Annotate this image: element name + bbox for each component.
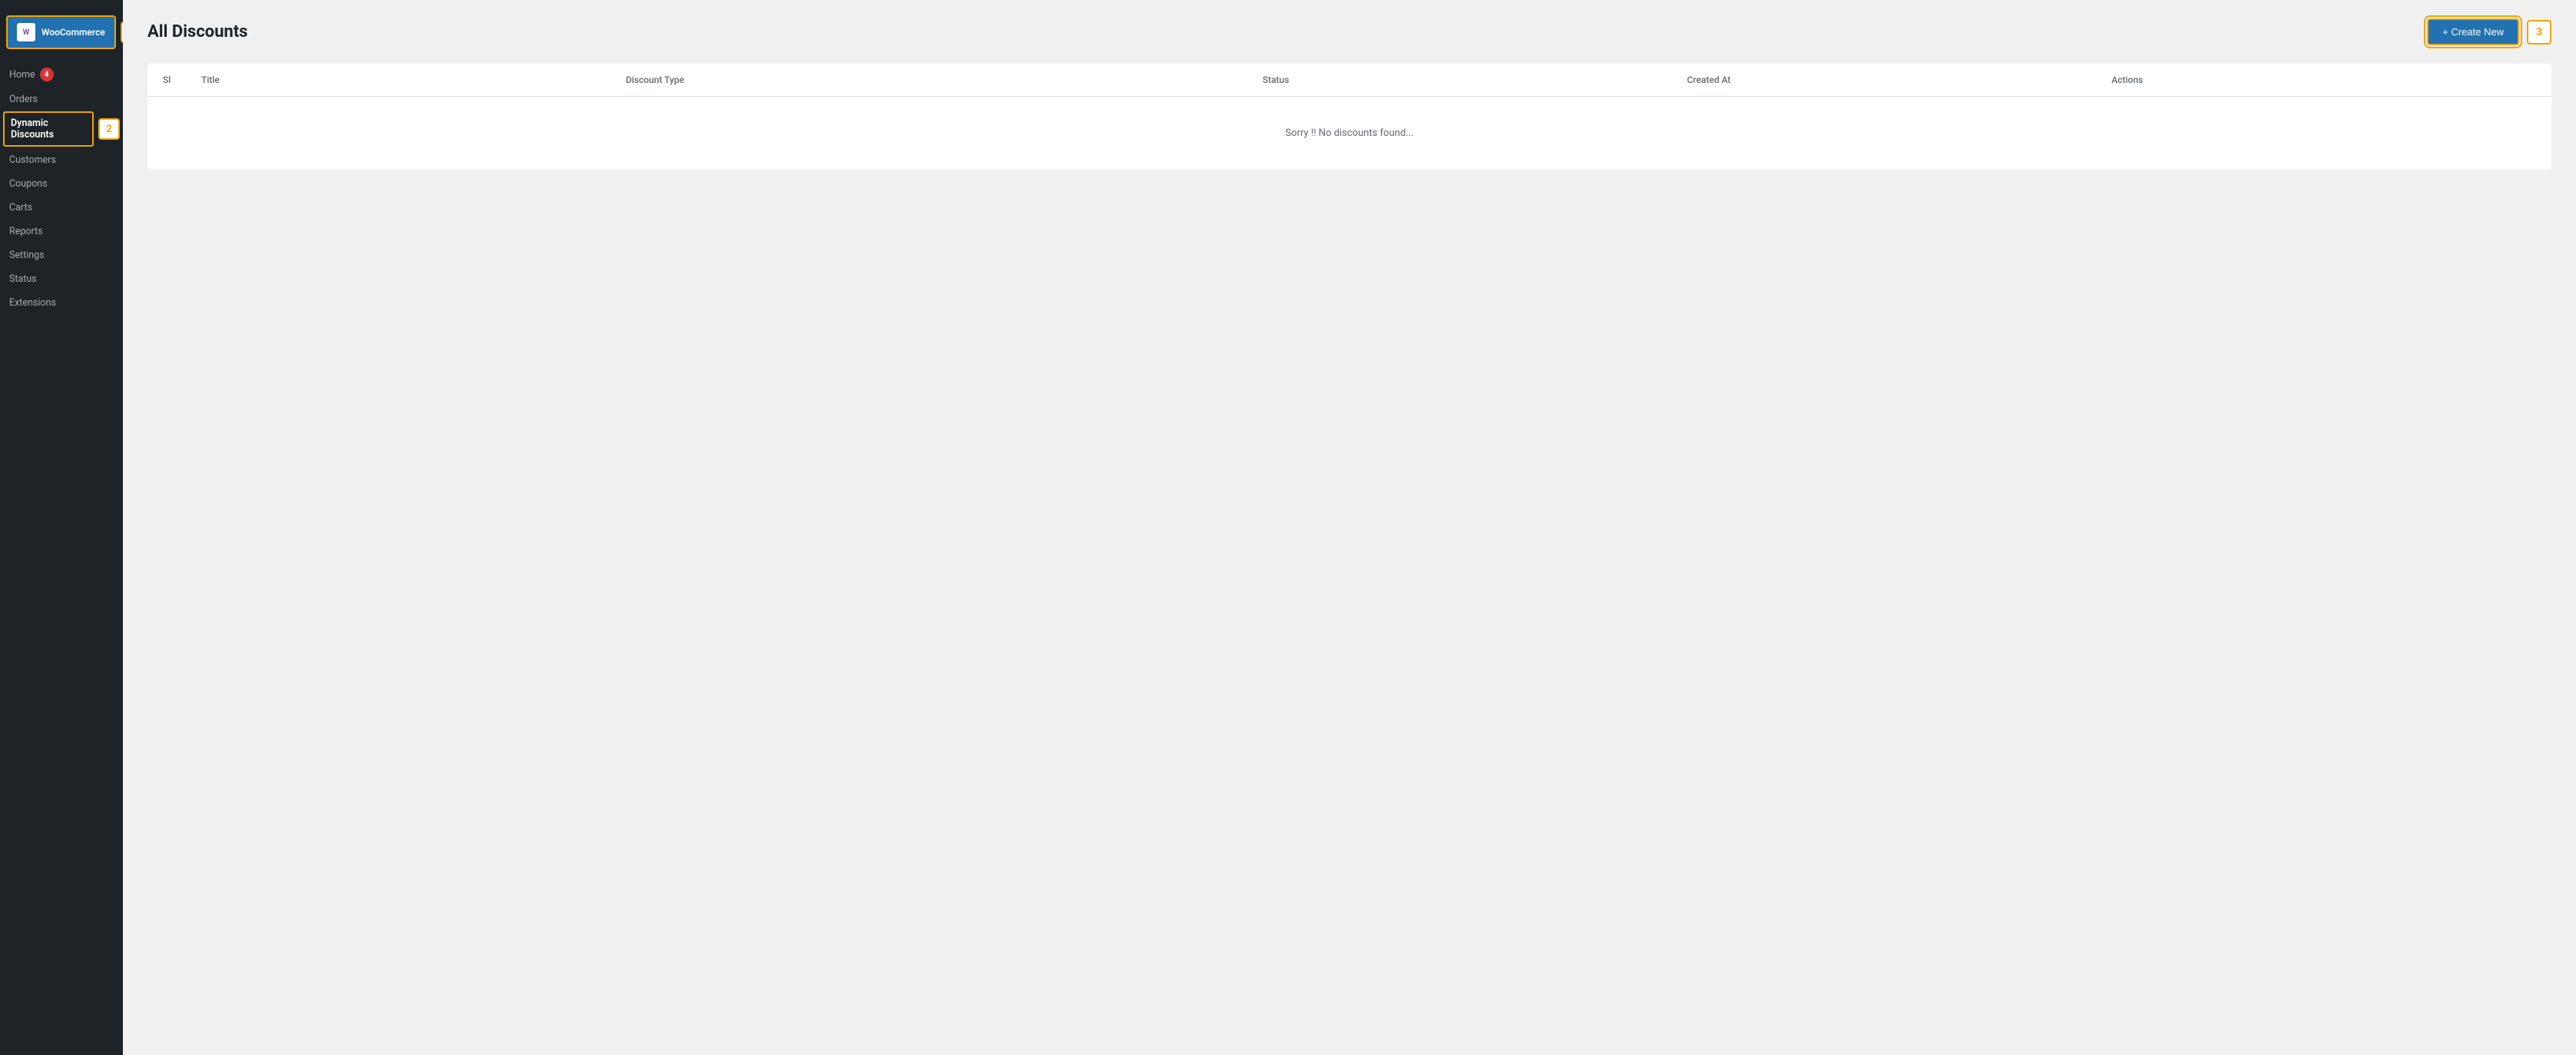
sidebar-item-customers[interactable]: Customers <box>0 148 123 172</box>
sidebar-item-extensions[interactable]: Extensions <box>0 291 123 315</box>
home-label: Home <box>9 69 35 81</box>
sidebar-item-carts[interactable]: Carts <box>0 196 123 220</box>
page-title: All Discounts <box>147 22 248 41</box>
main-content: All Discounts + Create New 3 Sl Title Di… <box>123 0 2576 1055</box>
orders-label: Orders <box>9 94 38 105</box>
sidebar-nav: Home 4 Orders Dynamic Discounts 2 Custom… <box>0 61 123 315</box>
sidebar-brand-row: W WooCommerce 1 <box>0 15 123 49</box>
dynamic-discounts-row: Dynamic Discounts 2 <box>0 111 123 147</box>
extensions-label: Extensions <box>9 297 56 309</box>
settings-label: Settings <box>9 250 45 261</box>
col-status: Status <box>1263 74 1687 85</box>
col-title: Title <box>201 74 626 85</box>
sidebar-item-settings[interactable]: Settings <box>0 243 123 267</box>
sidebar-item-orders[interactable]: Orders <box>0 88 123 111</box>
sidebar-item-coupons[interactable]: Coupons <box>0 172 123 196</box>
coupons-label: Coupons <box>9 178 48 190</box>
col-actions: Actions <box>2111 74 2536 85</box>
woocommerce-icon: W <box>17 23 35 41</box>
home-badge: 4 <box>40 68 54 81</box>
create-new-button[interactable]: + Create New <box>2427 18 2519 45</box>
sidebar-item-status[interactable]: Status <box>0 267 123 291</box>
sidebar-brand-label: WooCommerce <box>41 27 105 38</box>
sidebar-item-dynamic-discounts[interactable]: Dynamic Discounts <box>3 111 94 147</box>
table-empty-state: Sorry !! No discounts found... <box>147 97 2551 170</box>
dynamic-discounts-label: Dynamic Discounts <box>11 117 86 141</box>
table-header: Sl Title Discount Type Status Created At… <box>147 64 2551 97</box>
carts-label: Carts <box>9 202 32 213</box>
annotation-2: 2 <box>98 118 120 140</box>
sidebar-item-home[interactable]: Home 4 <box>0 61 123 88</box>
annotation-3: 3 <box>2527 20 2551 45</box>
status-label: Status <box>9 273 37 285</box>
sidebar-brand[interactable]: W WooCommerce <box>6 15 116 49</box>
header-right: + Create New 3 <box>2427 18 2551 45</box>
col-discount-type: Discount Type <box>626 74 1263 85</box>
reports-label: Reports <box>9 226 43 237</box>
sidebar-item-reports[interactable]: Reports <box>0 220 123 243</box>
empty-message: Sorry !! No discounts found... <box>1285 127 1413 139</box>
sidebar: W WooCommerce 1 Home 4 Orders Dynamic Di… <box>0 0 123 1055</box>
discounts-table: Sl Title Discount Type Status Created At… <box>147 64 2551 170</box>
col-created-at: Created At <box>1687 74 2112 85</box>
customers-label: Customers <box>9 154 56 166</box>
col-sl: Sl <box>163 74 201 85</box>
main-header: All Discounts + Create New 3 <box>147 18 2551 45</box>
